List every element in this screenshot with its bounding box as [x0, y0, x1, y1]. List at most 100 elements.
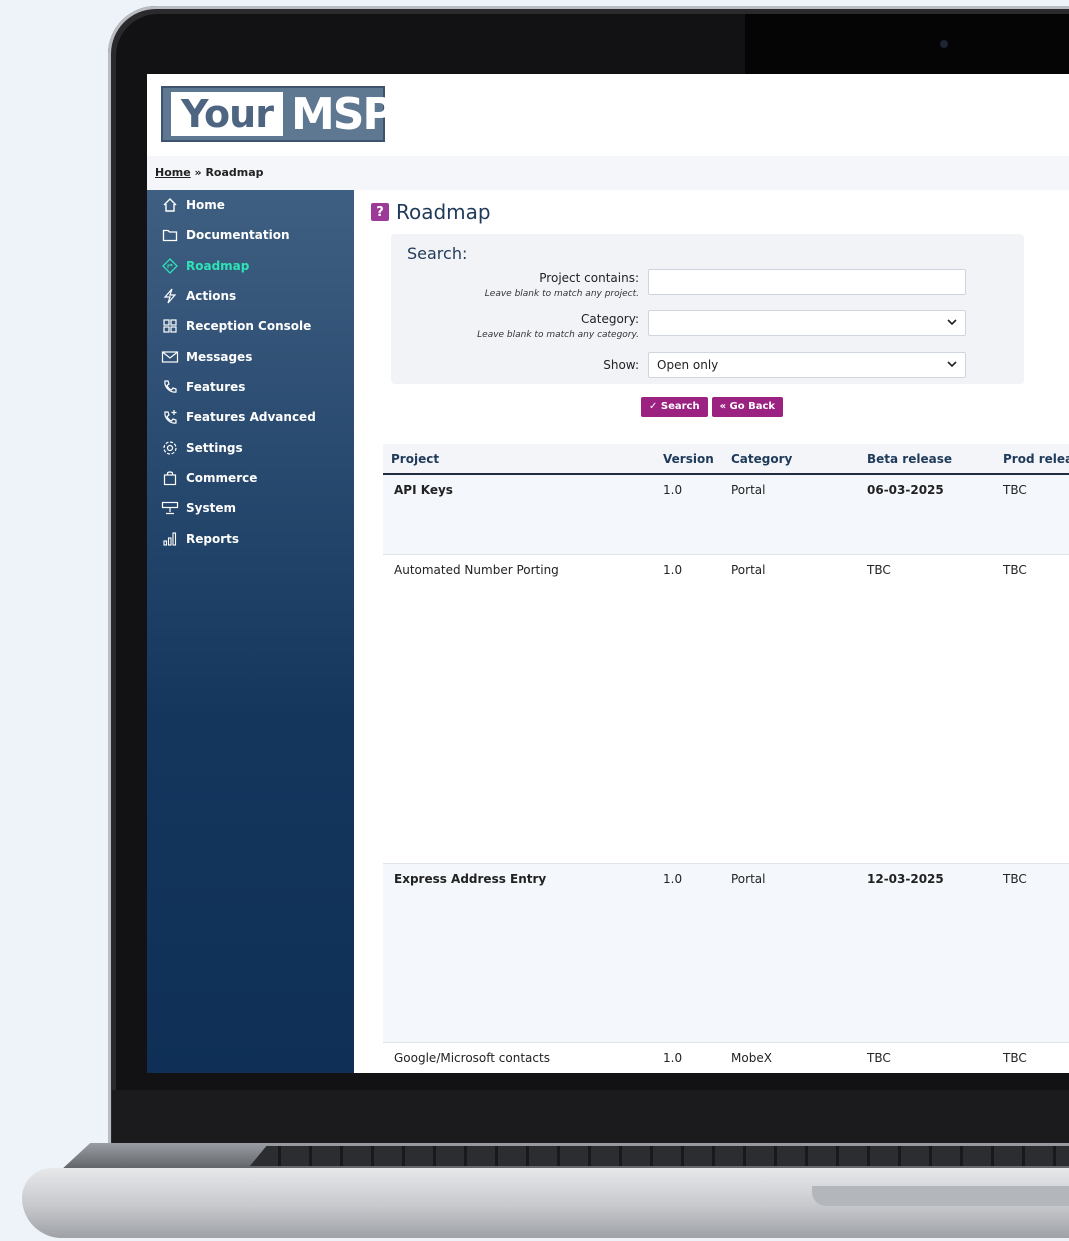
phone-plus-icon: [159, 409, 181, 425]
grid-icon: [159, 318, 181, 334]
sidebar-item-actions[interactable]: Actions: [147, 281, 354, 311]
show-value: Open only: [657, 358, 719, 372]
cell-version: 1.0: [663, 483, 683, 497]
table-row[interactable]: Automated Number Porting 1.0 Portal TBC …: [383, 555, 1069, 864]
category-select[interactable]: [648, 310, 966, 336]
gear-icon: [159, 440, 181, 456]
cell-beta-release: TBC: [867, 1051, 891, 1065]
bezel-reflection: [745, 14, 1069, 76]
col-prod-release[interactable]: Prod releas: [1003, 452, 1069, 466]
sidebar-item-label: Commerce: [186, 471, 258, 485]
cell-beta-release: 12-03-2025: [867, 872, 944, 886]
table-row[interactable]: Express Address Entry 1.0 Portal 12-03-2…: [383, 864, 1069, 1043]
breadcrumb-separator: »: [190, 166, 206, 179]
page-title: ? Roadmap: [371, 200, 491, 224]
project-contains-hint: Leave blank to match any project.: [484, 289, 639, 299]
sidebar-item-home[interactable]: Home: [147, 190, 354, 220]
go-back-button[interactable]: « Go Back: [711, 397, 784, 417]
cell-prod-release: TBC: [1003, 483, 1027, 497]
roadmap-table: Project Version Category Beta release Pr…: [383, 444, 1069, 1073]
laptop-screen: Your MSP Home » Roadmap Home Documentati…: [147, 74, 1069, 1073]
sidebar-item-messages[interactable]: Messages: [147, 342, 354, 372]
cell-project: Express Address Entry: [394, 872, 547, 886]
search-panel: Search: Project contains: Leave blank to…: [391, 234, 1024, 384]
sidebar-item-documentation[interactable]: Documentation: [147, 220, 354, 250]
cell-project: Google/Microsoft contacts: [394, 1051, 550, 1065]
col-category[interactable]: Category: [731, 452, 792, 466]
cell-category: Portal: [731, 483, 766, 497]
chevron-down-icon: [947, 318, 957, 329]
sidebar-item-label: Home: [186, 198, 225, 212]
breadcrumb-bar: [147, 156, 1069, 190]
cell-prod-release: TBC: [1003, 563, 1027, 577]
sidebar-item-label: Features Advanced: [186, 410, 316, 424]
cell-prod-release: TBC: [1003, 1051, 1027, 1065]
envelope-icon: [159, 349, 181, 365]
roadmap-icon: [159, 258, 181, 274]
cell-category: Portal: [731, 563, 766, 577]
logo-text-msp: MSP: [290, 88, 395, 140]
folder-icon: [159, 227, 181, 243]
col-beta-release[interactable]: Beta release: [867, 452, 952, 466]
lightning-icon: [159, 288, 181, 304]
cell-prod-release: TBC: [1003, 872, 1027, 886]
sidebar-item-label: Actions: [186, 289, 237, 303]
breadcrumb: Home » Roadmap: [155, 166, 264, 179]
phone-icon: [159, 379, 181, 395]
table-row[interactable]: Google/Microsoft contacts 1.0 MobeX TBC …: [383, 1043, 1069, 1073]
trackpad-edge: [812, 1186, 1069, 1206]
sidebar-item-roadmap[interactable]: Roadmap: [147, 251, 354, 281]
col-version[interactable]: Version: [663, 452, 714, 466]
search-actions: ✓ Search « Go Back: [641, 397, 784, 417]
sidebar-item-label: Reports: [186, 532, 240, 546]
bag-icon: [159, 470, 181, 486]
cell-version: 1.0: [663, 1051, 683, 1065]
bar-chart-icon: [159, 531, 181, 547]
cell-beta-release: TBC: [867, 563, 891, 577]
sidebar-item-label: Documentation: [186, 228, 290, 242]
sidebar-item-reports[interactable]: Reports: [147, 524, 354, 554]
category-hint: Leave blank to match any category.: [477, 330, 639, 340]
search-heading: Search:: [407, 244, 468, 263]
breadcrumb-current: Roadmap: [205, 166, 264, 179]
cell-project: API Keys: [394, 483, 453, 497]
table-header: Project Version Category Beta release Pr…: [383, 444, 1069, 475]
sidebar-item-commerce[interactable]: Commerce: [147, 463, 354, 493]
page-title-text: Roadmap: [396, 200, 491, 224]
cell-version: 1.0: [663, 563, 683, 577]
help-icon[interactable]: ?: [371, 203, 389, 221]
cell-category: Portal: [731, 872, 766, 886]
sidebar-item-label: Features: [186, 380, 246, 394]
show-label: Show:: [603, 358, 639, 372]
keyboard-keys: [250, 1146, 1069, 1166]
sidebar-item-settings[interactable]: Settings: [147, 433, 354, 463]
cell-beta-release: 06-03-2025: [867, 483, 944, 497]
brand-logo[interactable]: Your MSP: [161, 86, 395, 142]
sidebar-item-label: Messages: [186, 350, 253, 364]
sidebar-item-label: Roadmap: [186, 259, 250, 273]
home-icon: [159, 197, 181, 213]
sidebar-item-label: System: [186, 501, 236, 515]
laptop-hinge: [112, 1090, 1069, 1145]
sidebar: Home Documentation Roadmap Actions Recep…: [147, 190, 354, 1073]
logo-text-your: Your: [171, 92, 283, 136]
show-select[interactable]: Open only: [648, 352, 966, 378]
breadcrumb-home-link[interactable]: Home: [155, 166, 191, 179]
sidebar-item-system[interactable]: System: [147, 493, 354, 523]
sidebar-item-features-advanced[interactable]: Features Advanced: [147, 402, 354, 432]
sidebar-item-label: Settings: [186, 441, 243, 455]
project-contains-input[interactable]: [648, 269, 966, 295]
sidebar-item-features[interactable]: Features: [147, 372, 354, 402]
sidebar-item-label: Reception Console: [186, 319, 312, 333]
search-button[interactable]: ✓ Search: [641, 397, 708, 417]
col-project[interactable]: Project: [391, 452, 439, 466]
table-row[interactable]: API Keys 1.0 Portal 06-03-2025 TBC: [383, 475, 1069, 555]
webcam: [940, 40, 948, 48]
category-label: Category:: [581, 312, 639, 326]
system-icon: [159, 500, 181, 516]
cell-project: Automated Number Porting: [394, 563, 559, 577]
chevron-down-icon: [947, 360, 957, 371]
sidebar-item-reception-console[interactable]: Reception Console: [147, 311, 354, 341]
cell-version: 1.0: [663, 872, 683, 886]
cell-category: MobeX: [731, 1051, 772, 1065]
